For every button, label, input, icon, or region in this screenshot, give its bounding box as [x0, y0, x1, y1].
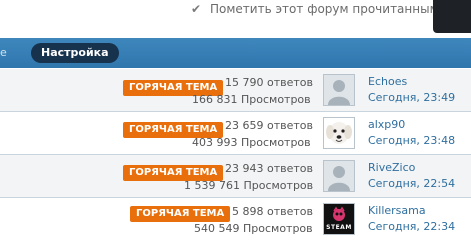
last-poster-name[interactable]: Echoes [368, 75, 407, 88]
last-post-date[interactable]: Сегодня, 22:54 [368, 177, 455, 190]
thread-row[interactable]: ГОРЯЧАЯ ТЕМА 5 898 ответов 540 549 Просм… [0, 198, 471, 240]
dark-panel-corner [433, 0, 471, 33]
view-count: 403 993 Просмотров [192, 136, 311, 149]
hot-thread-badge[interactable]: ГОРЯЧАЯ ТЕМА [130, 206, 231, 222]
mark-forum-read-label: Пометить этот форум прочитанным [210, 2, 439, 16]
thread-row[interactable]: ГОРЯЧАЯ ТЕМА 23 943 ответов 1 539 761 Пр… [0, 155, 471, 198]
last-poster-name[interactable]: Killersama [368, 204, 426, 217]
last-poster-name[interactable]: alxp90 [368, 118, 405, 131]
reply-count: 15 790 ответов [225, 76, 313, 89]
last-post-date[interactable]: Сегодня, 23:49 [368, 91, 455, 104]
last-post-date[interactable]: Сегодня, 22:34 [368, 220, 455, 233]
reply-count: 5 898 ответов [232, 205, 313, 218]
default-avatar-icon[interactable] [323, 160, 355, 192]
steam-avatar-icon[interactable]: STEAM [323, 203, 355, 235]
last-post-date[interactable]: Сегодня, 23:48 [368, 134, 455, 147]
check-icon: ✔ [191, 2, 202, 16]
view-count: 1 539 761 Просмотров [184, 179, 314, 192]
nav-tab-partial-label[interactable]: е [0, 45, 7, 61]
reply-count: 23 943 ответов [225, 162, 313, 175]
reply-count: 23 659 ответов [225, 119, 313, 132]
mark-forum-read-link[interactable]: ✔ Пометить этот форум прочитанным [191, 0, 439, 18]
dog-avatar-icon[interactable] [323, 117, 355, 149]
thread-row[interactable]: ГОРЯЧАЯ ТЕМА 15 790 ответов 166 831 Прос… [0, 69, 471, 112]
steam-logo-caption: STEAM [326, 224, 352, 231]
tab-settings[interactable]: Настройка [31, 43, 119, 63]
navigation-bar: е Настройка [0, 38, 471, 68]
view-count: 540 549 Просмотров [194, 222, 313, 235]
top-bar: ✔ Пометить этот форум прочитанным [0, 0, 471, 38]
default-avatar-icon[interactable] [323, 74, 355, 106]
last-poster-name[interactable]: RiveZico [368, 161, 415, 174]
thread-row[interactable]: ГОРЯЧАЯ ТЕМА 23 659 ответов 403 993 Прос… [0, 112, 471, 155]
view-count: 166 831 Просмотров [192, 93, 311, 106]
